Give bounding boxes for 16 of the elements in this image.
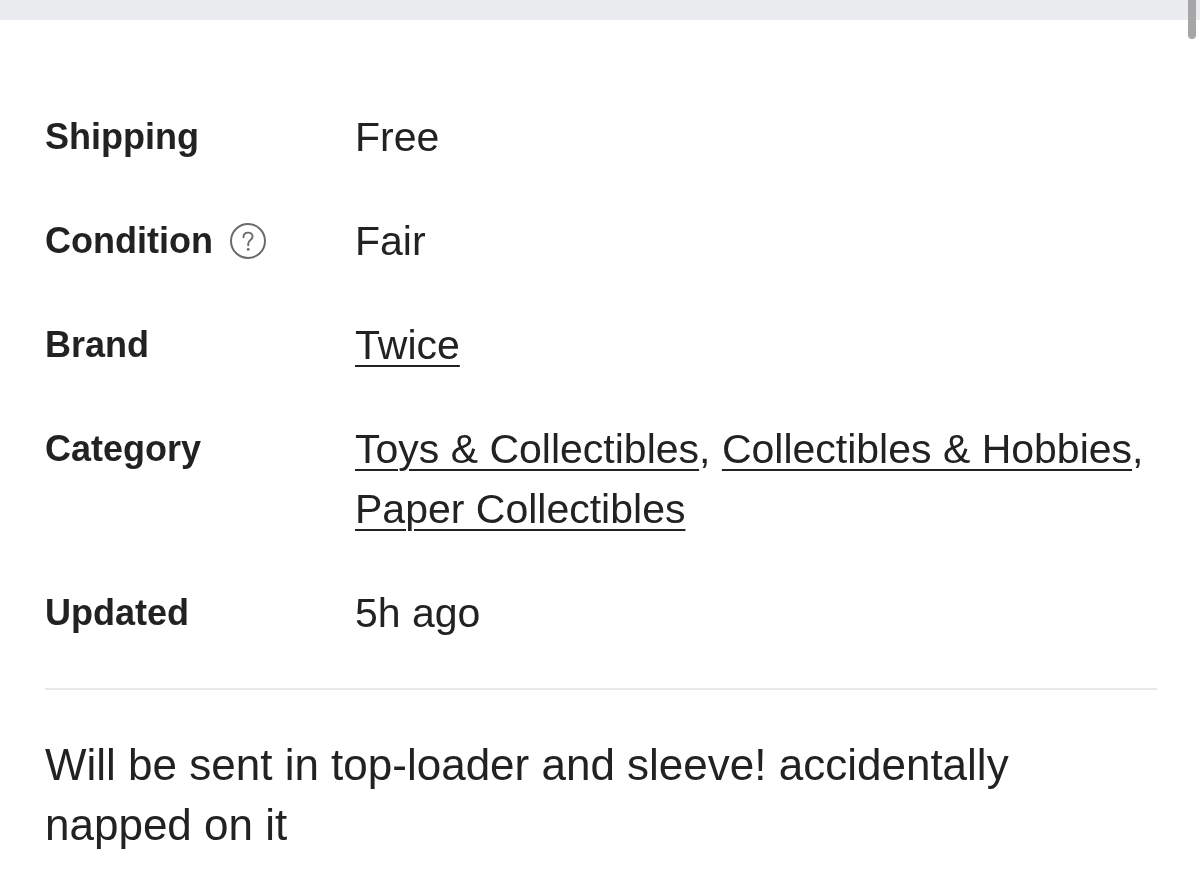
detail-label: Updated [45, 591, 189, 635]
detail-label: Brand [45, 323, 149, 367]
category-link[interactable]: Toys & Collectibles [355, 426, 700, 472]
help-icon[interactable] [229, 223, 266, 259]
detail-value: 5h ago [355, 589, 481, 638]
category-link[interactable]: Paper Collectibles [355, 486, 686, 532]
detail-label: Shipping [45, 115, 199, 159]
brand-link[interactable]: Twice [355, 315, 460, 375]
category-link[interactable]: Collectibles & Hobbies [721, 426, 1133, 472]
detail-label: Condition [45, 219, 213, 263]
detail-label: Category [45, 427, 202, 471]
detail-value: Free [355, 113, 440, 162]
detail-value: Fair [355, 217, 426, 266]
scrollbar[interactable] [1188, 0, 1196, 39]
category-value: Toys & Collectibles, Collectibles & Hobbies, Paper Collectibles [355, 425, 1145, 534]
description-text: Will be sent in top-loader and sleeve! accidentally napped on it [45, 739, 1010, 851]
